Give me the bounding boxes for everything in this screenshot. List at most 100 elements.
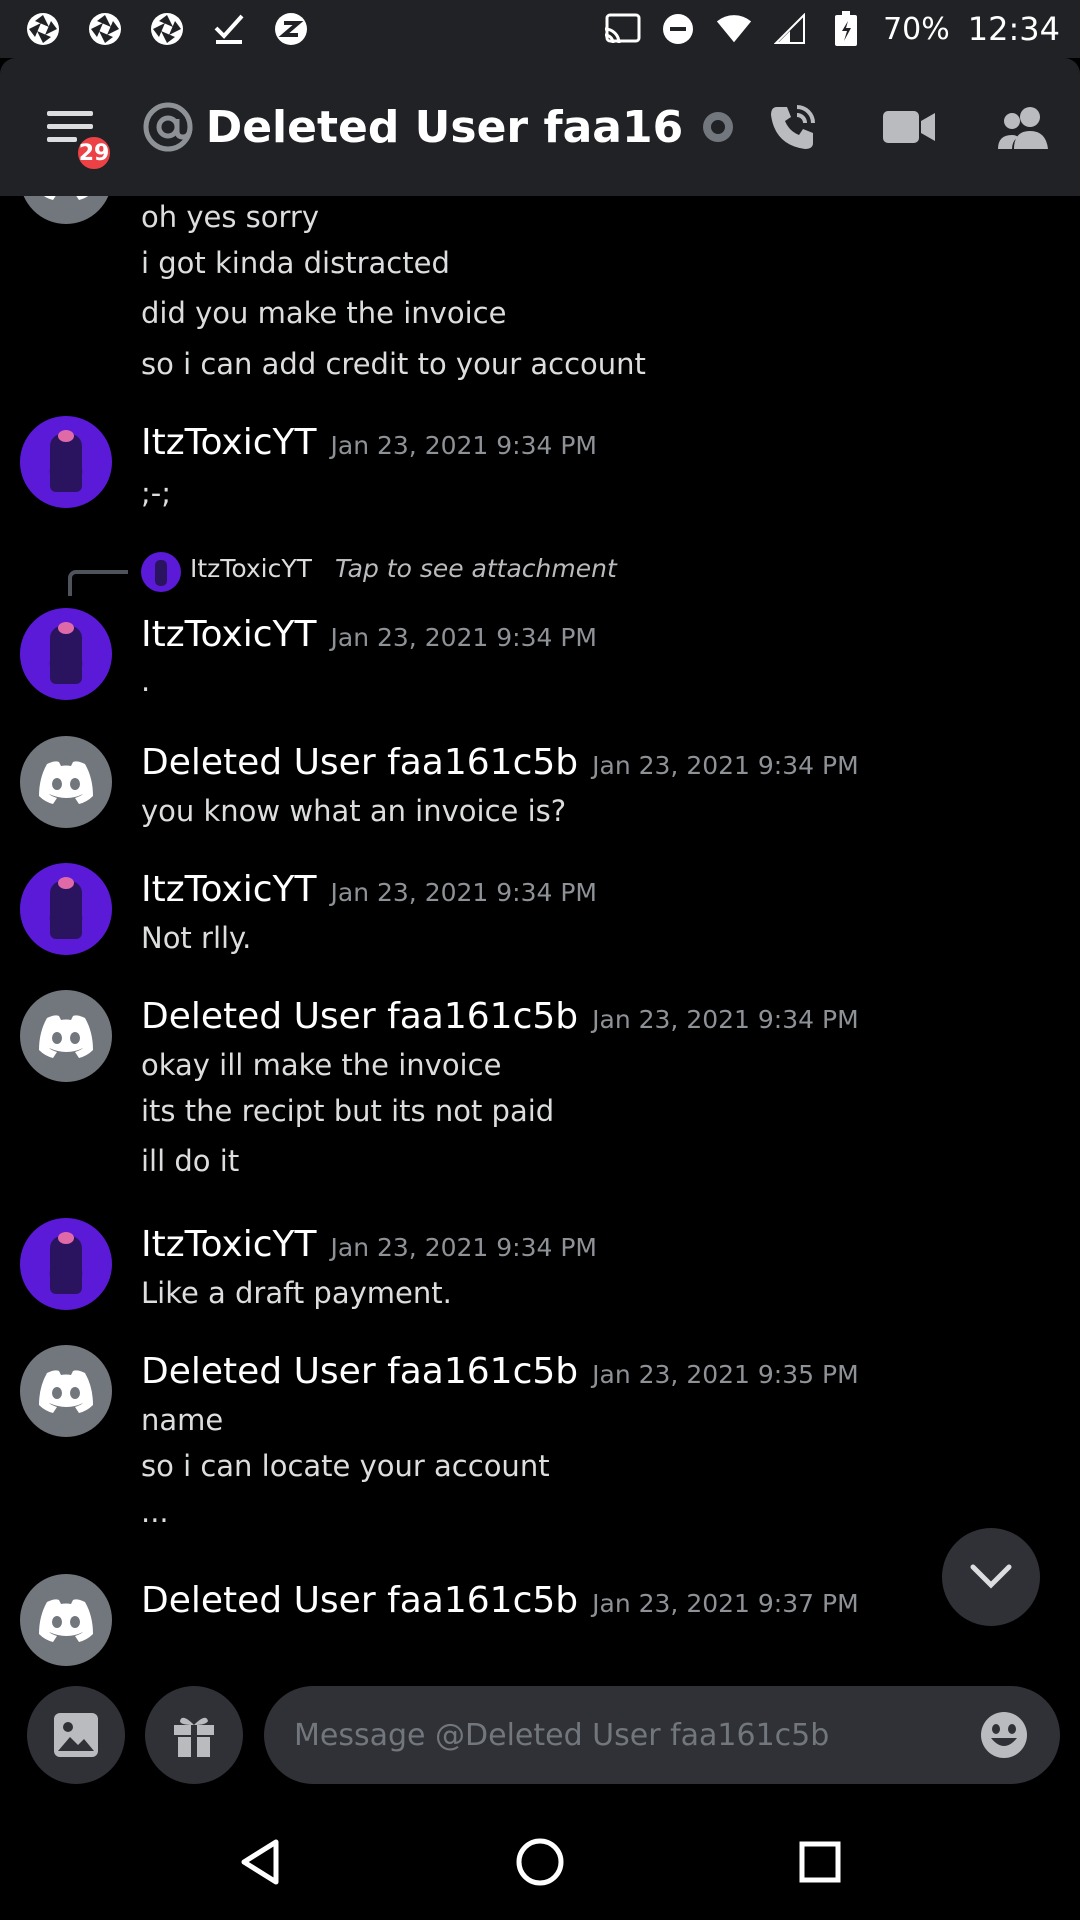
- message-text: okay ill make the invoice: [141, 1048, 502, 1082]
- reply-connector: [68, 570, 128, 596]
- discord-logo-icon: [43, 196, 89, 200]
- author-name[interactable]: ItzToxicYT: [141, 422, 317, 463]
- author-name[interactable]: Deleted User faa161c5b: [141, 1351, 578, 1392]
- message-text: you know what an invoice is?: [141, 794, 567, 828]
- gift-icon: [174, 1717, 214, 1757]
- message-input[interactable]: [294, 1717, 978, 1753]
- message-text: ill do it: [141, 1144, 240, 1178]
- attach-image-button[interactable]: [27, 1686, 125, 1784]
- message-text: so i can add credit to your account: [141, 347, 646, 381]
- message-text: oh yes sorry: [141, 200, 320, 234]
- message-text: its the recipt but its not paid: [141, 1094, 555, 1128]
- avatar[interactable]: [20, 1345, 112, 1437]
- message-list[interactable]: oh yes sorry i got kinda distracted did …: [0, 196, 1080, 1666]
- avatar[interactable]: [20, 990, 112, 1082]
- video-camera-icon: [882, 111, 935, 143]
- avatar[interactable]: [20, 736, 112, 828]
- message-author[interactable]: Deleted User faa161c5b Jan 23, 2021 9:35 …: [141, 1351, 859, 1392]
- members-button[interactable]: [994, 97, 1054, 157]
- navigation-bar: [0, 1804, 1080, 1920]
- message-timestamp: Jan 23, 2021 9:34 PM: [330, 878, 598, 907]
- discord-logo-icon: [39, 761, 93, 804]
- message-author[interactable]: Deleted User faa161c5b Jan 23, 2021 9:34 …: [141, 742, 859, 783]
- message-timestamp: Jan 23, 2021 9:34 PM: [592, 751, 859, 780]
- message-author[interactable]: ItzToxicYT Jan 23, 2021 9:34 PM: [141, 422, 597, 463]
- message-author[interactable]: ItzToxicYT Jan 23, 2021 9:34 PM: [141, 1224, 597, 1265]
- checkmark-icon: [210, 10, 248, 48]
- message-text: Not rlly.: [141, 921, 252, 955]
- avatar[interactable]: [20, 196, 112, 224]
- message-timestamp: Jan 23, 2021 9:34 PM: [330, 623, 598, 652]
- discord-logo-icon: [39, 1015, 93, 1058]
- avatar[interactable]: [20, 608, 112, 700]
- at-icon: [142, 101, 194, 153]
- reply-text: Tap to see attachment: [335, 554, 617, 583]
- status-bar: 70% 12:34: [0, 0, 1080, 58]
- chevron-down-icon: [970, 1564, 1012, 1589]
- wifi-icon: [715, 10, 753, 48]
- phone-icon: [770, 105, 815, 149]
- message-timestamp: Jan 23, 2021 9:37 PM: [592, 1589, 859, 1618]
- discord-logo-icon: [39, 1370, 93, 1413]
- message-text: .: [141, 664, 151, 698]
- author-name[interactable]: ItzToxicYT: [141, 614, 317, 655]
- message-text: i got kinda distracted: [141, 246, 450, 280]
- aperture-icon: [24, 10, 62, 48]
- image-icon: [54, 1713, 98, 1757]
- notification-badge: 29: [74, 133, 114, 173]
- aperture-icon: [148, 10, 186, 48]
- avatar[interactable]: [20, 863, 112, 955]
- back-button[interactable]: [220, 1822, 300, 1902]
- emoji-button[interactable]: [978, 1709, 1030, 1761]
- author-name[interactable]: Deleted User faa161c5b: [141, 742, 578, 783]
- message-author[interactable]: ItzToxicYT Jan 23, 2021 9:34 PM: [141, 614, 597, 655]
- message-input-container[interactable]: [264, 1686, 1060, 1784]
- sync-icon: [272, 10, 310, 48]
- jump-to-bottom-button[interactable]: [942, 1528, 1040, 1626]
- cast-icon: [603, 10, 641, 48]
- smiley-icon: [981, 1712, 1027, 1758]
- battery-icon: [827, 10, 865, 48]
- members-icon: [998, 107, 1049, 149]
- message-text: ...: [141, 1495, 169, 1529]
- author-name[interactable]: ItzToxicYT: [141, 869, 317, 910]
- message-timestamp: Jan 23, 2021 9:34 PM: [330, 1233, 598, 1262]
- message-author[interactable]: ItzToxicYT Jan 23, 2021 9:34 PM: [141, 869, 597, 910]
- do-not-disturb-icon: [659, 10, 697, 48]
- aperture-icon: [86, 10, 124, 48]
- battery-level: 70%: [883, 11, 950, 47]
- author-name[interactable]: Deleted User faa161c5b: [141, 996, 578, 1037]
- channel-title: Deleted User faa161c...: [205, 101, 684, 153]
- author-name[interactable]: ItzToxicYT: [141, 1224, 317, 1265]
- menu-button[interactable]: 29: [40, 97, 114, 173]
- message-text: Like a draft payment.: [141, 1276, 452, 1310]
- message-text: so i can locate your account: [141, 1449, 550, 1483]
- message-composer: [0, 1666, 1080, 1804]
- message-timestamp: Jan 23, 2021 9:35 PM: [592, 1360, 859, 1389]
- avatar[interactable]: [20, 416, 112, 508]
- clock: 12:34: [967, 10, 1060, 48]
- avatar[interactable]: [20, 1574, 112, 1666]
- reply-preview[interactable]: ItzToxicYT Tap to see attachment: [0, 552, 1080, 596]
- signal-icon: [771, 10, 809, 48]
- offline-status-icon: [703, 112, 733, 142]
- message-text: did you make the invoice: [141, 296, 507, 330]
- message-text: name: [141, 1403, 224, 1437]
- author-name[interactable]: Deleted User faa161c5b: [141, 1580, 578, 1621]
- message-timestamp: Jan 23, 2021 9:34 PM: [330, 431, 598, 460]
- channel-header: 29 Deleted User faa161c...: [0, 58, 1080, 196]
- message-author[interactable]: Deleted User faa161c5b Jan 23, 2021 9:37 …: [141, 1580, 859, 1621]
- message-timestamp: Jan 23, 2021 9:34 PM: [592, 1005, 859, 1034]
- video-call-button[interactable]: [879, 97, 939, 157]
- gift-button[interactable]: [145, 1686, 243, 1784]
- discord-logo-icon: [39, 1599, 93, 1642]
- message-author[interactable]: Deleted User faa161c5b Jan 23, 2021 9:34 …: [141, 996, 859, 1037]
- avatar: [141, 552, 181, 592]
- avatar[interactable]: [20, 1218, 112, 1310]
- recents-button[interactable]: [780, 1822, 860, 1902]
- home-button[interactable]: [500, 1822, 580, 1902]
- home-circle-icon: [516, 1838, 564, 1886]
- back-triangle-icon: [241, 1839, 279, 1885]
- message-text: ;-;: [141, 476, 172, 510]
- call-button[interactable]: [763, 97, 823, 157]
